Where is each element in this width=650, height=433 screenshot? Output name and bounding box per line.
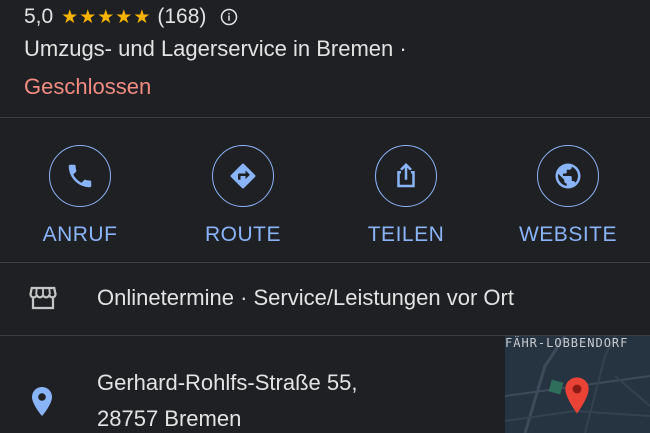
business-category: Umzugs- und Lagerservice in Bremen · bbox=[24, 36, 407, 61]
services-row[interactable]: Onlinetermine · Service/Leistungen vor O… bbox=[0, 263, 650, 335]
services-text: Onlinetermine · Service/Leistungen vor O… bbox=[97, 285, 514, 310]
call-button-circle[interactable] bbox=[49, 145, 111, 207]
call-label: ANRUF bbox=[42, 223, 118, 246]
website-button-circle[interactable] bbox=[537, 145, 599, 207]
share-button-circle[interactable] bbox=[375, 145, 437, 207]
storefront-icon bbox=[29, 286, 57, 310]
rating-stars: ★★★★★ bbox=[61, 6, 152, 28]
website-button[interactable]: WEBSITE bbox=[508, 145, 628, 247]
call-button[interactable]: ANRUF bbox=[20, 145, 140, 247]
directions-icon bbox=[230, 163, 256, 189]
address-line-2: 28757 Bremen bbox=[97, 406, 242, 431]
map-pin-icon bbox=[565, 377, 589, 414]
location-pin-icon bbox=[32, 387, 52, 416]
website-label: WEBSITE bbox=[518, 223, 617, 246]
address-line-1: Gerhard-Rohlfs-Straße 55, bbox=[97, 370, 358, 395]
rating-value: 5,0 bbox=[24, 5, 54, 28]
share-icon bbox=[397, 162, 415, 188]
map-thumbnail[interactable]: FÄHR-LOBBENDORF bbox=[505, 336, 650, 433]
share-label: TEILEN bbox=[367, 223, 445, 246]
phone-icon bbox=[68, 164, 92, 188]
info-icon[interactable] bbox=[220, 8, 238, 26]
route-label: ROUTE bbox=[205, 223, 281, 246]
rating-row: 5,0 ★★★★★ (168) bbox=[24, 4, 238, 30]
map-area-label: FÄHR-LOBBENDORF bbox=[505, 336, 629, 350]
divider bbox=[0, 117, 650, 118]
route-button-circle[interactable] bbox=[212, 145, 274, 207]
open-status[interactable]: Geschlossen bbox=[24, 74, 151, 100]
globe-icon bbox=[555, 163, 581, 189]
address-row[interactable]: Gerhard-Rohlfs-Straße 55, 28757 Bremen bbox=[0, 336, 505, 433]
review-count[interactable]: (168) bbox=[157, 5, 206, 29]
share-button[interactable]: TEILEN bbox=[346, 145, 466, 247]
route-button[interactable]: ROUTE bbox=[183, 145, 303, 247]
